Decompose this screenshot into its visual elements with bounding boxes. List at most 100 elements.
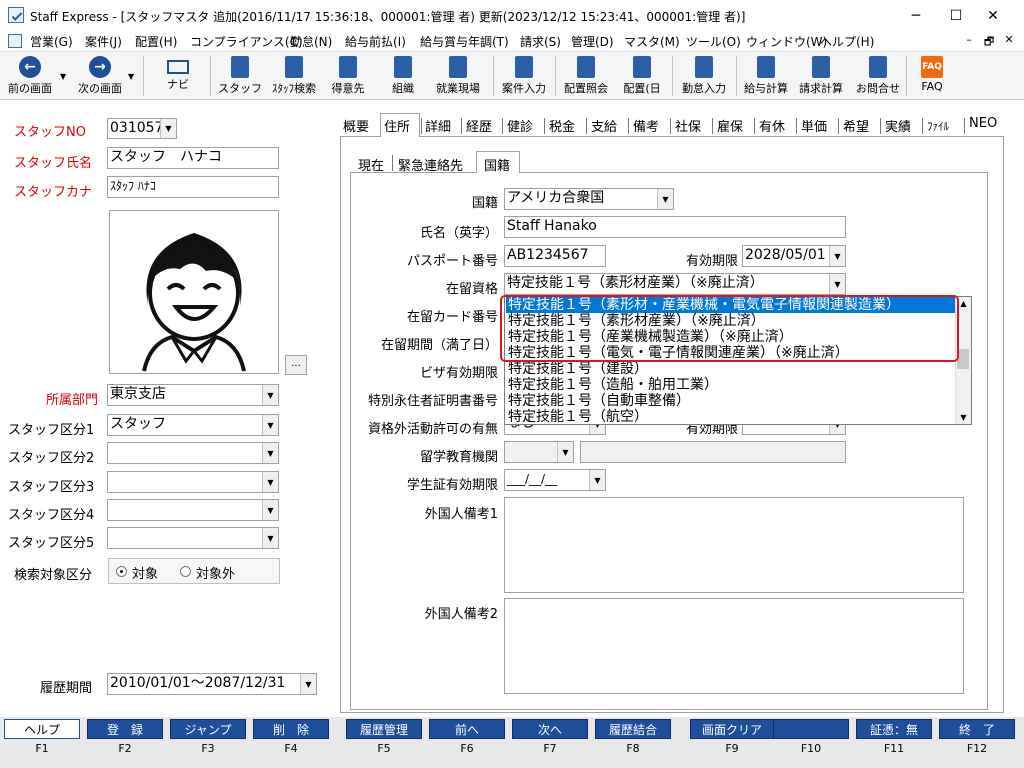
job-entry-button[interactable]: 案件入力 bbox=[498, 54, 550, 98]
student-card-expiry-input[interactable]: ___/__/__ ▼ bbox=[504, 469, 606, 491]
f11-evidence-button[interactable]: 証憑：無 bbox=[856, 719, 932, 739]
f7-next-button[interactable]: 次へ bbox=[512, 719, 588, 739]
tab-social-insurance[interactable]: 社保 bbox=[675, 116, 701, 136]
photo-browse-button[interactable]: ... bbox=[285, 355, 307, 375]
tab-overview[interactable]: 概要 bbox=[343, 116, 369, 136]
subtab-emergency-contact[interactable]: 緊急連絡先 bbox=[398, 155, 463, 174]
tab-unit-price[interactable]: 単価 bbox=[801, 116, 827, 136]
search-target-on-radio[interactable] bbox=[116, 566, 127, 577]
prev-history-dropdown[interactable]: ▼ bbox=[60, 72, 66, 81]
chevron-down-icon: ▼ bbox=[829, 246, 845, 266]
payroll-calc-button[interactable]: 給与計算 bbox=[740, 54, 792, 98]
f8-key-label: F8 bbox=[626, 742, 640, 755]
f4-delete-button[interactable]: 削 除 bbox=[253, 719, 329, 739]
tab-record[interactable]: 実績 bbox=[885, 116, 911, 136]
prev-screen-button[interactable]: ← 前の画面 bbox=[4, 54, 56, 98]
tab-paid-leave[interactable]: 有休 bbox=[759, 116, 785, 136]
menu-sales[interactable]: 営業(G) bbox=[30, 33, 73, 50]
next-screen-button[interactable]: → 次の画面 bbox=[72, 54, 128, 98]
staff-name-input[interactable]: スタッフ ハナコ bbox=[107, 147, 279, 169]
school-combo[interactable]: ▼ bbox=[504, 441, 574, 463]
subtab-nationality[interactable]: 国籍 bbox=[484, 155, 510, 174]
faq-button[interactable]: FAQ FAQ bbox=[912, 54, 952, 98]
dropdown-option[interactable]: 特定技能１号（造船・舶用工業） bbox=[506, 377, 956, 393]
f8-merge-button[interactable]: 履歴結合 bbox=[595, 719, 671, 739]
staff-kana-label: スタッフカナ bbox=[14, 185, 93, 200]
billing-calc-button[interactable]: 請求計算 bbox=[795, 54, 847, 98]
menu-attendance[interactable]: 勤怠(N) bbox=[290, 33, 332, 50]
menu-billing[interactable]: 請求(S) bbox=[520, 33, 561, 50]
f3-jump-button[interactable]: ジャンプ bbox=[170, 719, 246, 739]
scroll-down-icon[interactable]: ▼ bbox=[956, 413, 971, 422]
subtab-current[interactable]: 現在 bbox=[358, 155, 384, 174]
staff-cat1-combo[interactable]: スタッフ ▼ bbox=[107, 414, 279, 436]
menu-help[interactable]: ヘルプ(H) bbox=[820, 33, 874, 50]
f6-prev-button[interactable]: 前へ bbox=[429, 719, 505, 739]
organization-button[interactable]: 組織 bbox=[385, 54, 421, 98]
tab-file[interactable]: ﾌｧｲﾙ bbox=[927, 118, 949, 138]
navi-button[interactable]: ナビ bbox=[158, 54, 198, 98]
tab-tax[interactable]: 税金 bbox=[549, 116, 575, 136]
nationality-combo[interactable]: アメリカ合衆国 ▼ bbox=[504, 188, 674, 210]
f12-exit-button[interactable]: 終 了 bbox=[939, 719, 1015, 739]
staff-button[interactable]: スタッフ bbox=[218, 54, 262, 98]
tab-payment[interactable]: 支給 bbox=[591, 116, 617, 136]
placement-day-button[interactable]: 配置(日 bbox=[618, 54, 666, 98]
tab-neo[interactable]: NEO bbox=[969, 116, 997, 136]
contact-button[interactable]: お問合せ bbox=[852, 54, 904, 98]
mdi-minimize-button[interactable]: – bbox=[960, 33, 978, 46]
menu-payroll[interactable]: 給与賞与年調(T) bbox=[420, 33, 509, 50]
staff-search-button[interactable]: ｽﾀｯﾌ検索 bbox=[268, 54, 320, 98]
foreign-note1-textarea[interactable] bbox=[504, 497, 964, 593]
attendance-entry-button[interactable]: 勤怠入力 bbox=[678, 54, 730, 98]
f1-help-button[interactable]: ヘルプ bbox=[4, 719, 80, 739]
mdi-window-icon[interactable] bbox=[8, 34, 22, 48]
passport-expiry-input[interactable]: 2028/05/01 ▼ bbox=[742, 245, 846, 267]
tab-notes[interactable]: 備考 bbox=[633, 116, 659, 136]
school-name-input[interactable] bbox=[580, 441, 846, 463]
tab-health[interactable]: 健診 bbox=[507, 116, 533, 136]
menu-advance-pay[interactable]: 給与前払(I) bbox=[345, 33, 406, 50]
dropdown-option[interactable]: 特定技能１号（建設） bbox=[506, 361, 956, 377]
mdi-close-button[interactable]: ✕ bbox=[1000, 33, 1018, 46]
staff-cat5-combo[interactable]: ▼ bbox=[107, 527, 279, 549]
f2-save-button[interactable]: 登 録 bbox=[87, 719, 163, 739]
placement-inquiry-button[interactable]: 配置照会 bbox=[560, 54, 612, 98]
menu-master[interactable]: マスタ(M) bbox=[624, 33, 680, 50]
staff-no-combo[interactable]: 031057 ▼ bbox=[107, 118, 177, 139]
tab-detail[interactable]: 詳細 bbox=[425, 116, 451, 136]
staff-kana-input[interactable]: ｽﾀｯﾌ ﾊﾅｺ bbox=[107, 176, 279, 198]
next-history-dropdown[interactable]: ▼ bbox=[128, 72, 134, 81]
staff-cat3-combo[interactable]: ▼ bbox=[107, 471, 279, 493]
dept-combo[interactable]: 東京支店 ▼ bbox=[107, 384, 279, 406]
mdi-restore-button[interactable]: 🗗 bbox=[980, 33, 998, 52]
tab-address[interactable]: 住所 bbox=[384, 116, 410, 136]
customer-button[interactable]: 得意先 bbox=[328, 54, 368, 98]
menu-admin[interactable]: 管理(D) bbox=[571, 33, 614, 50]
staff-cat2-combo[interactable]: ▼ bbox=[107, 442, 279, 464]
residence-status-combo[interactable]: 特定技能１号（素形材産業）（※廃止済） ▼ bbox=[504, 273, 846, 295]
tab-career[interactable]: 経歴 bbox=[466, 116, 492, 136]
close-button[interactable]: ✕ bbox=[970, 0, 1016, 31]
tab-preferences[interactable]: 希望 bbox=[843, 116, 869, 136]
f9-clear-button[interactable]: 画面クリア bbox=[690, 719, 774, 739]
history-period-combo[interactable]: 2010/01/01～2087/12/31 ▼ bbox=[107, 673, 317, 695]
f10-button[interactable] bbox=[773, 719, 849, 739]
f5-history-button[interactable]: 履歴管理 bbox=[346, 719, 422, 739]
dropdown-option[interactable]: 特定技能１号（自動車整備） bbox=[506, 393, 956, 409]
staff-icon bbox=[231, 56, 249, 78]
foreign-note2-textarea[interactable] bbox=[504, 598, 964, 694]
menu-jobs[interactable]: 案件(J) bbox=[85, 33, 122, 50]
menu-window[interactable]: ウィンドウ(W) bbox=[746, 33, 827, 50]
search-target-off-radio[interactable] bbox=[180, 566, 191, 577]
menu-compliance[interactable]: コンプライアンス(C) bbox=[190, 33, 303, 50]
english-name-input[interactable]: Staff Hanako bbox=[504, 216, 846, 238]
calculator-icon bbox=[812, 56, 830, 78]
passport-input[interactable]: AB1234567 bbox=[504, 245, 606, 267]
tab-employment-insurance[interactable]: 雇保 bbox=[717, 116, 743, 136]
menu-placement[interactable]: 配置(H) bbox=[135, 33, 177, 50]
menu-tools[interactable]: ツール(O) bbox=[686, 33, 741, 50]
staff-cat4-combo[interactable]: ▼ bbox=[107, 499, 279, 521]
dropdown-option[interactable]: 特定技能１号（航空） bbox=[506, 409, 956, 424]
worksite-button[interactable]: 就業現場 bbox=[432, 54, 484, 98]
